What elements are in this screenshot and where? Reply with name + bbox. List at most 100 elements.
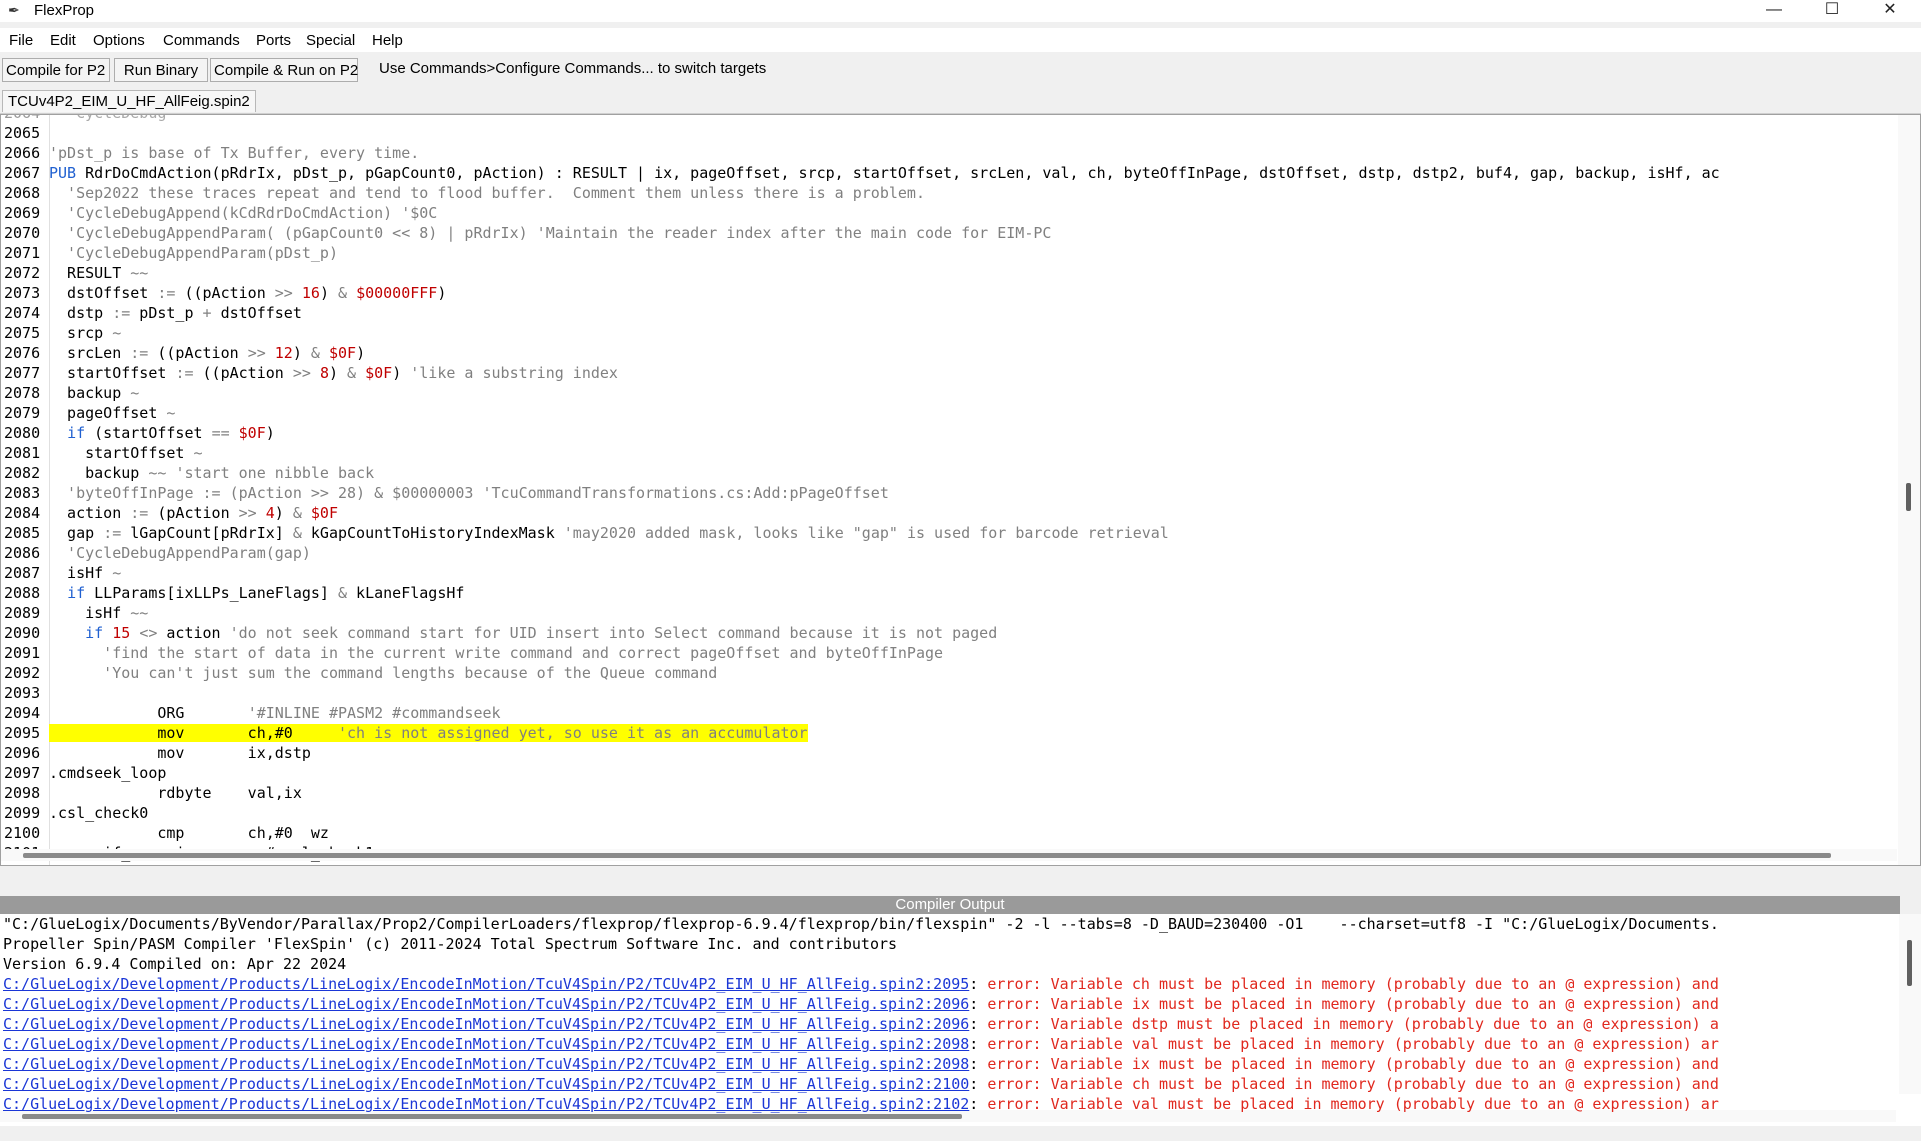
error-location-link[interactable]: C:/GlueLogix/Development/Products/LineLo… [3,1055,969,1073]
code-token: 'byteOffInPage := (pAction >> 28) & $000… [49,484,889,502]
code-line[interactable]: 'CycleDebugAppendParam(gap) [49,543,311,563]
code-token: pDst_p [130,304,203,322]
code-line[interactable]: backup ~ [49,383,139,403]
code-line[interactable]: srcLen := ((pAction >> 12) & $0F) [49,343,365,363]
error-location-link[interactable]: C:/GlueLogix/Development/Products/LineLo… [3,1035,969,1053]
code-line[interactable]: action := (pAction >> 4) & $0F [49,503,338,523]
code-line[interactable]: backup ~~ 'start one nibble back [49,463,374,483]
compiler-output-panel[interactable]: "C:/GlueLogix/Documents/ByVendor/Paralla… [0,914,1921,1126]
window-title: FlexProp [34,2,95,19]
code-line[interactable]: 'CycleDebugAppendParam(pDst_p) [49,243,338,263]
error-location-link[interactable]: C:/GlueLogix/Development/Products/LineLo… [3,1075,969,1093]
output-vertical-scrollbar[interactable] [1899,914,1921,1094]
menu-commands[interactable]: Commands [163,32,240,49]
code-line[interactable]: cmp ch,#0 wz [49,823,329,843]
output-vertical-scroll-thumb[interactable] [1907,940,1912,986]
code-line[interactable]: 'byteOffInPage := (pAction >> 28) & $000… [49,483,889,503]
code-token: (startOffset [85,424,212,442]
code-token: := [175,364,194,382]
editor-horizontal-scroll-thumb[interactable] [23,853,1831,858]
code-token: if [67,424,86,442]
code-token: if [67,584,86,602]
file-tab[interactable]: TCUv4P2_EIM_U_HF_AllFeig.spin2 [2,90,256,112]
error-location-link[interactable]: C:/GlueLogix/Development/Products/LineLo… [3,1015,969,1033]
output-text: : [969,1015,988,1033]
code-line[interactable]: isHf ~ [49,563,121,583]
line-number: 2094 [4,704,41,722]
code-token: >> [292,364,311,382]
menu-special[interactable]: Special [306,32,355,49]
minimize-button[interactable]: — [1746,0,1802,22]
error-message: error: Variable ix must be placed in mem… [987,995,1719,1013]
editor-vertical-scroll-thumb[interactable] [1906,483,1911,511]
code-token: 'do not seek command start for UID inser… [229,624,998,642]
compile-run-button[interactable]: Compile & Run on P2 [210,58,358,82]
highlighted-code-line[interactable]: mov ch,#0 'ch is not assigned yet, so us… [49,723,808,743]
menu-edit[interactable]: Edit [50,32,76,49]
editor-vertical-scrollbar[interactable] [1898,115,1920,865]
code-token: ) [274,504,293,522]
code-line[interactable]: .cmdseek_loop [49,763,166,783]
code-line[interactable]: RESULT ~~ [49,263,148,283]
editor-horizontal-scrollbar[interactable] [1,849,1897,861]
code-token: 8 [319,364,329,382]
error-message: error: Variable dstp must be placed in m… [987,1015,1719,1033]
code-line[interactable]: 'CycleDebugAppend(kCdRdrDoCmdAction) '$0… [49,203,437,223]
output-text: : [969,1035,988,1053]
code-line[interactable]: srcp ~ [49,323,121,343]
code-line[interactable]: gap := lGapCount[pRdrIx] & kGapCountToHi… [49,523,1169,543]
maximize-button[interactable]: ☐ [1804,0,1860,22]
compile-button[interactable]: Compile for P2 [2,58,110,82]
close-button[interactable]: ✕ [1862,0,1918,22]
code-area[interactable]: 'CycleDebug 'pDst_p is base of Tx Buffer… [49,115,1897,865]
error-location-link[interactable]: C:/GlueLogix/Development/Products/LineLo… [3,1095,969,1113]
code-token: backup [49,384,131,402]
code-line[interactable]: dstOffset := ((pAction >> 16) & $00000FF… [49,283,446,303]
code-token: ) [437,284,447,302]
code-line[interactable]: dstp := pDst_p + dstOffset [49,303,302,323]
code-line[interactable]: 'You can't just sum the command lengths … [49,663,717,683]
code-line[interactable]: if LLParams[ixLLPs_LaneFlags] & kLaneFla… [49,583,464,603]
code-line[interactable]: PUB RdrDoCmdAction(pRdrIx, pDst_p, pGapC… [49,163,1720,183]
code-line[interactable]: if 15 <> action 'do not seek command sta… [49,623,997,643]
code-line[interactable]: 'Sep2022 these traces repeat and tend to… [49,183,925,203]
code-token: srcp [49,324,113,342]
code-line[interactable]: startOffset := ((pAction >> 8) & $0F) 'l… [49,363,618,383]
line-number: 2071 [4,244,41,262]
menu-help[interactable]: Help [372,32,403,49]
code-line[interactable]: 'pDst_p is base of Tx Buffer, every time… [49,143,419,163]
error-location-link[interactable]: C:/GlueLogix/Development/Products/LineLo… [3,975,969,993]
run-binary-button[interactable]: Run Binary [114,58,208,82]
line-number: 2081 [4,444,41,462]
code-line[interactable]: if (startOffset == $0F) [49,423,275,443]
line-number: 2072 [4,264,41,282]
code-line[interactable]: rdbyte val,ix [49,783,302,803]
menu-options[interactable]: Options [93,32,145,49]
menu-bar: File Edit Options Commands Ports Special… [0,28,1921,52]
error-message: error: Variable ch must be placed in mem… [987,975,1719,993]
code-token: action [157,624,230,642]
code-line[interactable]: mov ix,dstp [49,743,311,763]
output-text: Version 6.9.4 Compiled on: Apr 22 2024 [3,955,347,973]
code-line[interactable]: ORG '#INLINE #PASM2 #commandseek [49,703,500,723]
code-token: & [347,364,357,382]
output-line: C:/GlueLogix/Development/Products/LineLo… [3,1074,1719,1094]
output-horizontal-scroll-thumb[interactable] [22,1114,962,1119]
code-line[interactable]: 'find the start of data in the current w… [49,643,943,663]
output-line: Version 6.9.4 Compiled on: Apr 22 2024 [3,954,346,974]
code-line[interactable]: pageOffset ~ [49,403,175,423]
code-line[interactable]: .csl_check0 [49,803,148,823]
menu-file[interactable]: File [9,32,33,49]
error-location-link[interactable]: C:/GlueLogix/Development/Products/LineLo… [3,995,969,1013]
error-message: error: Variable ix must be placed in mem… [987,1055,1719,1073]
code-line[interactable]: 'CycleDebugAppendParam( (pGapCount0 << 8… [49,223,1051,243]
line-number: 2073 [4,284,41,302]
menu-ports[interactable]: Ports [256,32,291,49]
code-token: RdrDoCmdAction(pRdrIx, pDst_p, pGapCount… [76,164,1720,182]
code-line[interactable]: isHf ~~ [49,603,148,623]
code-line[interactable]: startOffset ~ [49,443,202,463]
code-token: $00000FFF [356,284,438,302]
code-editor[interactable]: 2064 2065 2066 2067 2068 2069 2070 2071 2072 207… [0,114,1921,866]
